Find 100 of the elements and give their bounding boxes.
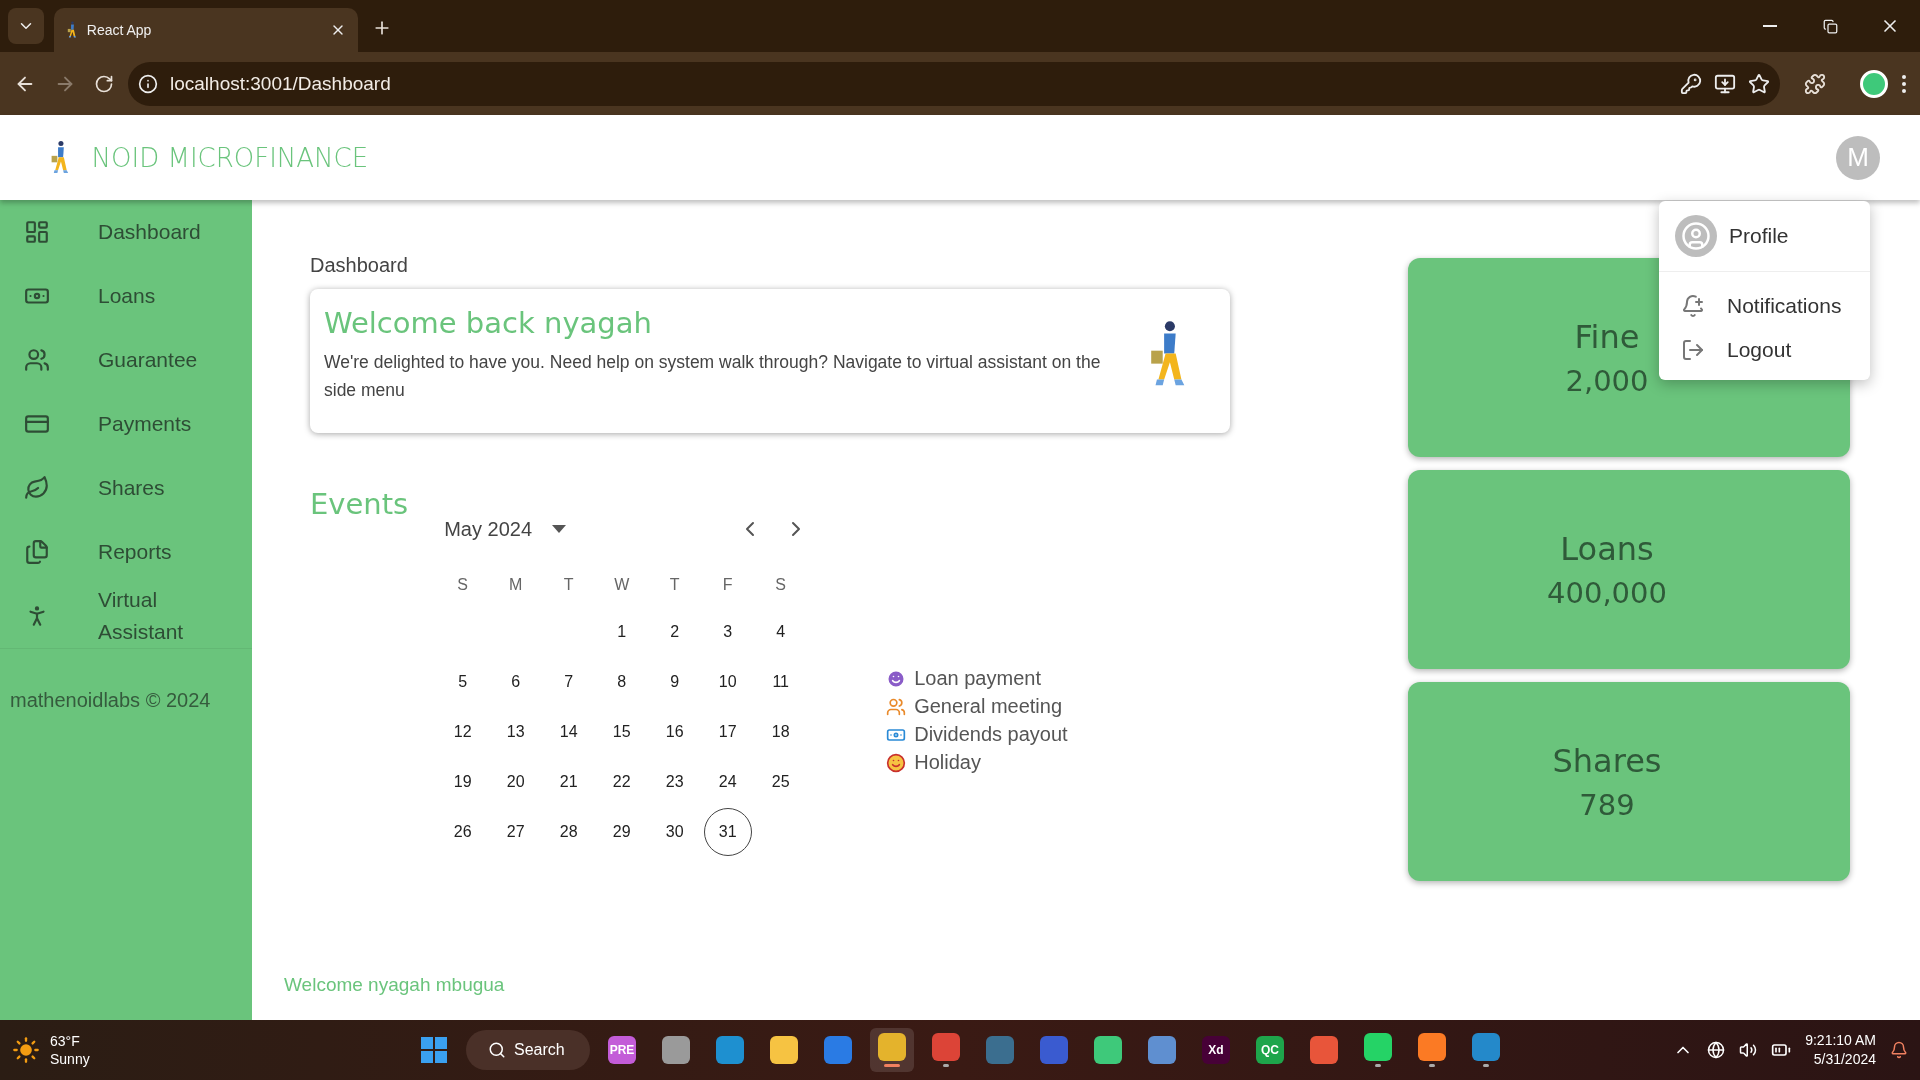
calendar-day[interactable]: 6 [491,658,540,706]
calendar-day[interactable]: 2 [650,608,699,656]
address-bar[interactable]: localhost:3001/Dashboard [128,61,1780,106]
stat-value: 400,000 [1547,575,1667,610]
install-icon[interactable] [1714,72,1736,95]
sidebar-item[interactable]: Reports [0,520,252,584]
notification-bell-icon[interactable] [1890,1041,1908,1059]
calendar-day[interactable]: 27 [491,808,540,856]
calendar-day[interactable]: 23 [650,758,699,806]
bell-plus-icon [1681,294,1705,318]
calendar-day[interactable]: 16 [650,708,699,756]
calendar-day[interactable]: 4 [756,608,805,656]
people-icon [24,347,50,373]
calendar-day[interactable]: 25 [756,758,805,806]
calendar-day[interactable]: 26 [438,808,487,856]
leaf-icon [24,475,50,501]
face-icon [886,668,907,689]
calendar-day[interactable]: 30 [650,808,699,856]
calendar-day[interactable]: 29 [597,808,646,856]
stat-title: Shares [1552,741,1662,780]
taskbar-app[interactable] [870,1028,914,1072]
taskbar-app[interactable]: Xd [1194,1028,1238,1072]
restore-icon [1822,18,1838,34]
welcome-title: Welcome back nyagah [324,306,653,340]
clock[interactable]: 9:21:10 AM 5/31/2024 [1805,1031,1876,1069]
sidebar-item[interactable]: Dashboard [0,200,252,264]
calendar-day[interactable]: 3 [703,608,752,656]
taskbar-app[interactable]: PRE [600,1028,644,1072]
legend-label: Loan payment [914,667,1041,690]
tab-list-button[interactable] [8,8,44,44]
copyright-text: mathenoidlabs © 2024 [0,648,252,752]
calendar-day[interactable]: 1 [597,608,646,656]
puzzle-icon [1804,72,1826,95]
sidebar-item[interactable]: Loans [0,264,252,328]
calendar-day[interactable]: 21 [544,758,593,806]
search-button[interactable]: Search [466,1030,590,1070]
calendar-day[interactable]: 11 [756,658,805,706]
calendar-day[interactable]: 20 [491,758,540,806]
legend-label: Dividends payout [914,723,1068,746]
people-icon [886,696,907,717]
url-text: localhost:3001/Dashboard [170,72,392,95]
sun-icon[interactable] [12,1036,40,1064]
browser-tab[interactable]: React App [54,8,358,52]
calendar-day[interactable]: 13 [491,708,540,756]
key-icon[interactable] [1680,72,1702,95]
logout-icon [1681,338,1705,362]
profile-avatar-icon [1675,215,1717,257]
documents-icon [24,539,50,565]
welcome-message: We're delighted to have you. Need help on system walk through? Navigate to virtual assistant on the side menu [324,351,1102,402]
star-icon[interactable] [1748,72,1770,95]
events-title: Events [310,487,409,523]
stat-title: Loans [1560,529,1654,568]
weekday-label: T [668,575,681,595]
sidebar-item[interactable]: Virtual Assistant [0,584,252,648]
menu-item[interactable]: Notifications [1659,284,1870,328]
info-icon[interactable] [138,73,158,94]
tab-title: React App [86,22,153,38]
calendar-day[interactable]: 8 [597,658,646,706]
face-icon [886,752,907,773]
weekday-label: S [774,575,787,595]
caret-icon[interactable] [552,525,567,533]
weekday-label: M [508,575,524,595]
calendar-day[interactable]: 12 [438,708,487,756]
legend-label: Holiday [914,751,981,774]
search-icon [488,1041,506,1059]
sidebar-item[interactable]: Shares [0,456,252,520]
stat-value: 2,000 [1565,363,1649,398]
calendar-day[interactable]: 7 [544,658,593,706]
sidebar-item[interactable]: Payments [0,392,252,456]
calendar-day[interactable]: 9 [650,658,699,706]
temperature-text: 63°F [50,1032,81,1050]
calendar-day[interactable]: 18 [756,708,805,756]
weekday-label: T [562,575,575,595]
walking-person-drawing [66,21,77,39]
calendar-day[interactable]: 14 [544,708,593,756]
stat-value: 789 [1579,787,1635,822]
stat-title: Fine [1574,317,1640,356]
minimize-icon [1763,25,1777,27]
brand-name: NOID MICROFINANCE [91,142,369,173]
month-label[interactable]: May 2024 [444,517,533,541]
calendar-day[interactable]: 28 [544,808,593,856]
calendar-day[interactable]: 24 [703,758,752,806]
calendar-day[interactable]: 22 [597,758,646,806]
calendar-day[interactable]: 19 [438,758,487,806]
page-title: Dashboard [310,254,409,277]
calendar-day[interactable]: 10 [703,658,752,706]
calendar-day[interactable]: 5 [438,658,487,706]
weekday-label: F [721,575,734,595]
calendar-day[interactable]: 15 [597,708,646,756]
profile-avatar[interactable] [1860,69,1888,98]
network-icon[interactable] [1707,1041,1726,1059]
sidebar-item[interactable]: Guarantee [0,328,252,392]
volume-icon[interactable] [1739,1041,1758,1059]
dashboard-icon [24,219,50,245]
legend-label: General meeting [914,695,1063,718]
welcome-footer: Welcome nyagah mbugua [284,974,1230,996]
menu-item[interactable]: Logout [1659,328,1870,372]
calendar-day[interactable]: 17 [703,708,752,756]
weekday-label: W [613,575,631,595]
menu-icon [1902,74,1906,93]
